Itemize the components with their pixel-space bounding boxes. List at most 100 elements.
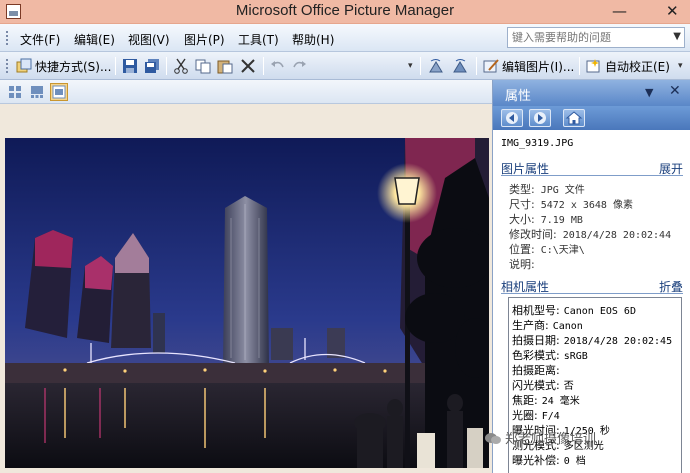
rotate-right-button[interactable] bbox=[452, 57, 468, 75]
menu-edit[interactable]: 编辑(E) bbox=[74, 31, 115, 48]
camera-prop-label: 色彩模式: bbox=[512, 349, 560, 362]
prop-value: 5472 x 3648 像素 bbox=[540, 200, 633, 211]
rotate-right-icon bbox=[452, 58, 468, 74]
toolbar-options-chevron[interactable]: ▾ bbox=[678, 57, 683, 75]
menu-tools[interactable]: 工具(T) bbox=[238, 31, 279, 48]
prop-modified: 修改时间: 2018/4/28 20:02:44 bbox=[509, 226, 671, 242]
undo-icon bbox=[270, 58, 286, 74]
pane-forward-button[interactable] bbox=[529, 109, 551, 127]
pane-close-icon[interactable]: ✕ bbox=[669, 83, 681, 99]
prop-type: 类型: JPG 文件 bbox=[509, 181, 585, 197]
toolbar-separator bbox=[115, 57, 116, 75]
menu-picture[interactable]: 图片(P) bbox=[184, 31, 225, 48]
help-search-input[interactable] bbox=[512, 30, 662, 45]
cut-button[interactable] bbox=[173, 57, 189, 75]
camera-prop-row: 曝光补偿: 0 档 bbox=[512, 452, 586, 468]
camera-prop-label: 拍摄距离: bbox=[512, 364, 560, 377]
prop-label: 大小: bbox=[509, 213, 535, 226]
toolbar-overflow-chevron[interactable]: ▾ bbox=[408, 57, 413, 75]
edit-picture-label: 编辑图片(I)... bbox=[502, 59, 575, 74]
window-title: Microsoft Office Picture Manager bbox=[235, 2, 455, 19]
camera-prop-label: 拍摄日期: bbox=[512, 334, 560, 347]
camera-prop-row: 相机型号: Canon EOS 6D bbox=[512, 302, 636, 318]
camera-prop-label: 相机型号: bbox=[512, 304, 560, 317]
camera-prop-value: F/4 bbox=[541, 411, 560, 422]
thumbnail-view-button[interactable] bbox=[6, 83, 24, 101]
chevron-down-icon[interactable]: ▼ bbox=[673, 31, 681, 42]
prop-value: 2018/4/28 20:02:44 bbox=[562, 230, 672, 241]
section-divider bbox=[501, 175, 683, 176]
menubar-grip[interactable] bbox=[6, 31, 9, 45]
save-icon bbox=[122, 58, 138, 74]
back-arrow-icon bbox=[506, 112, 518, 124]
copy-icon bbox=[195, 58, 211, 74]
close-button[interactable]: ✕ bbox=[666, 2, 679, 20]
camera-prop-label: 焦距: bbox=[512, 394, 538, 407]
watermark-text: 郑老师摄像培训 bbox=[505, 432, 597, 447]
home-icon bbox=[565, 111, 583, 125]
file-name: IMG_9319.JPG bbox=[501, 138, 574, 149]
menu-view[interactable]: 视图(V) bbox=[128, 31, 170, 48]
paste-icon bbox=[217, 58, 233, 74]
photo-tianjin-night bbox=[5, 138, 489, 468]
menu-file[interactable]: 文件(F) bbox=[20, 31, 60, 48]
rotate-left-button[interactable] bbox=[428, 57, 444, 75]
redo-icon bbox=[291, 58, 307, 74]
camera-prop-label: 光圈: bbox=[512, 409, 538, 422]
camera-prop-row: 拍摄距离: bbox=[512, 362, 564, 378]
undo-button[interactable] bbox=[270, 57, 286, 75]
shortcuts-label: 快捷方式(S)... bbox=[35, 59, 112, 74]
prop-size: 大小: 7.19 MB bbox=[509, 211, 583, 227]
prop-label: 尺寸: bbox=[509, 198, 535, 211]
prop-value: 7.19 MB bbox=[540, 215, 583, 226]
toolbar-separator bbox=[579, 57, 580, 75]
camera-prop-row: 焦距: 24 毫米 bbox=[512, 392, 580, 408]
wechat-icon bbox=[485, 432, 501, 445]
single-picture-view-button[interactable] bbox=[50, 83, 68, 101]
camera-properties-section: 相机属性 折叠 bbox=[493, 276, 690, 294]
pane-nav-bar bbox=[493, 106, 690, 130]
prop-value: C:\天津\ bbox=[540, 245, 585, 256]
scissors-icon bbox=[173, 58, 189, 74]
prop-location: 位置: C:\天津\ bbox=[509, 241, 585, 257]
prop-dimensions: 尺寸: 5472 x 3648 像素 bbox=[509, 196, 633, 212]
help-search-box: ▼ bbox=[507, 27, 685, 48]
minimize-button[interactable]: — bbox=[612, 2, 627, 20]
camera-prop-row: 拍摄日期: 2018/4/28 20:02:45 bbox=[512, 332, 672, 348]
auto-correct-button[interactable]: 自动校正(E) bbox=[586, 57, 670, 75]
pane-home-button[interactable] bbox=[563, 109, 585, 127]
pane-back-button[interactable] bbox=[501, 109, 523, 127]
add-shortcut-icon bbox=[16, 58, 32, 74]
title-bar: Microsoft Office Picture Manager — ✕ bbox=[0, 0, 690, 24]
redo-button[interactable] bbox=[291, 57, 307, 75]
auto-correct-label: 自动校正(E) bbox=[605, 59, 670, 74]
paste-button[interactable] bbox=[217, 57, 233, 75]
edit-picture-button[interactable]: 编辑图片(I)... bbox=[483, 57, 574, 75]
camera-prop-value: 2018/4/28 20:02:45 bbox=[563, 336, 673, 347]
menu-bar: 文件(F) 编辑(E) 视图(V) 图片(P) 工具(T) 帮助(H) ▼ bbox=[0, 24, 690, 52]
save-all-button[interactable] bbox=[144, 57, 160, 75]
picture-canvas bbox=[0, 104, 492, 473]
delete-x-icon bbox=[240, 58, 256, 74]
camera-prop-value: Canon bbox=[552, 321, 583, 332]
filmstrip-view-button[interactable] bbox=[28, 83, 46, 101]
camera-prop-value: 0 档 bbox=[563, 456, 586, 467]
forward-arrow-icon bbox=[534, 112, 546, 124]
shortcuts-button[interactable]: 快捷方式(S)... bbox=[16, 57, 111, 75]
copy-button[interactable] bbox=[195, 57, 211, 75]
delete-button[interactable] bbox=[240, 57, 256, 75]
camera-prop-value: 24 毫米 bbox=[541, 396, 580, 407]
camera-prop-value: sRGB bbox=[563, 351, 588, 362]
toolbar-separator bbox=[476, 57, 477, 75]
toolbar-separator bbox=[420, 57, 421, 75]
toolbar-grip[interactable] bbox=[6, 59, 9, 73]
camera-prop-value: 否 bbox=[563, 381, 574, 392]
single-picture-icon bbox=[52, 85, 66, 99]
menu-help[interactable]: 帮助(H) bbox=[292, 31, 334, 48]
auto-correct-icon bbox=[586, 58, 602, 74]
pane-menu-dropdown-icon[interactable]: ▼ bbox=[645, 86, 653, 99]
prop-description: 说明: bbox=[509, 256, 541, 272]
standard-toolbar: 快捷方式(S)... ▾ 编辑图片(I)... 自动校正(E) ▾ bbox=[0, 52, 690, 80]
prop-label: 修改时间: bbox=[509, 228, 557, 241]
save-button[interactable] bbox=[122, 57, 138, 75]
